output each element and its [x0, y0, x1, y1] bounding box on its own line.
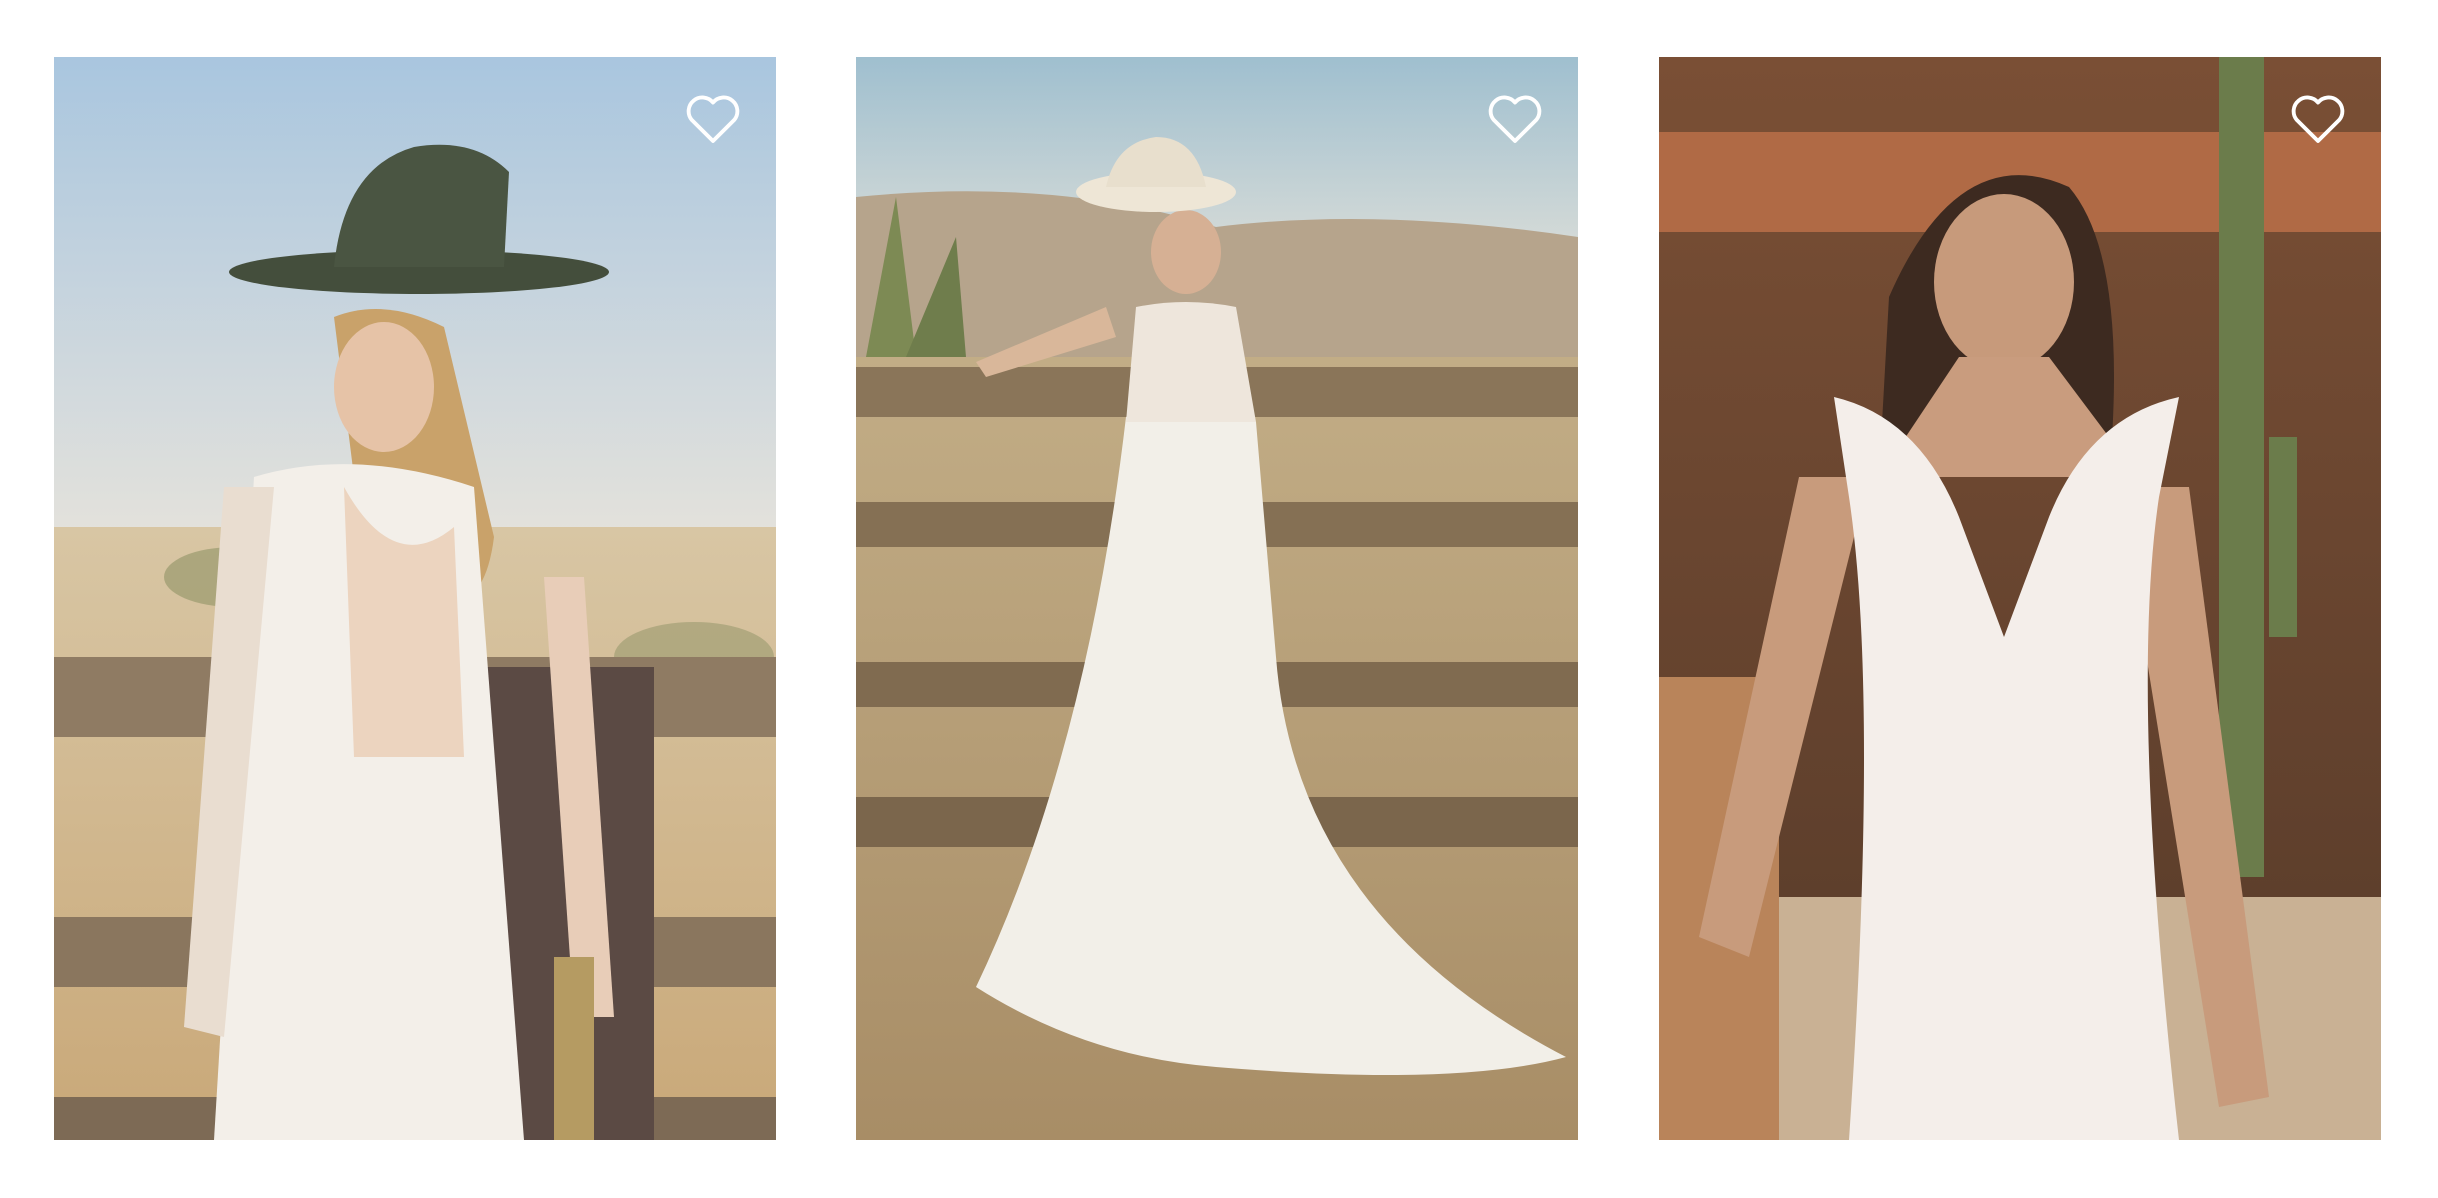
heart-outline-icon [1488, 95, 1542, 143]
product-card[interactable] [1659, 57, 2381, 1140]
favorite-button[interactable] [684, 91, 742, 145]
product-image[interactable] [54, 57, 776, 1140]
heart-outline-icon [2291, 95, 2345, 143]
favorite-button[interactable] [2289, 91, 2347, 145]
product-card[interactable] [54, 57, 776, 1140]
heart-outline-icon [686, 95, 740, 143]
product-card[interactable] [856, 57, 1578, 1140]
product-grid [0, 0, 2438, 1198]
product-image[interactable] [856, 57, 1578, 1140]
product-image[interactable] [1659, 57, 2381, 1140]
favorite-button[interactable] [1486, 91, 1544, 145]
